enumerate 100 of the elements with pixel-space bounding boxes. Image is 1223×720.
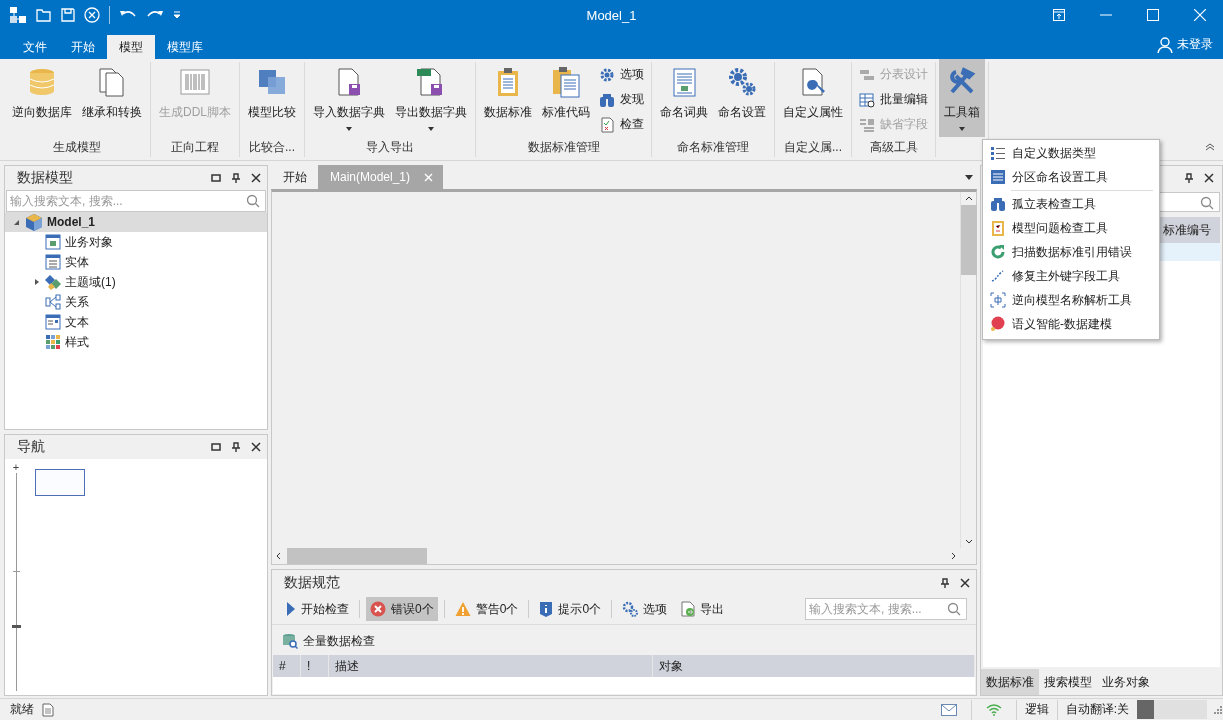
ribbon-button[interactable]: 标准代码	[537, 62, 595, 137]
ribbon-tab[interactable]: 模型	[107, 35, 155, 59]
link-icon	[989, 268, 1006, 284]
close-icon	[251, 173, 261, 183]
close-button[interactable]	[1204, 173, 1214, 183]
scroll-up-icon[interactable]	[964, 196, 973, 201]
search-icon	[246, 194, 260, 208]
menu-item[interactable]: 孤立表检查工具	[983, 192, 1159, 216]
scroll-right-icon[interactable]	[951, 552, 956, 560]
column-header[interactable]: 标准编号	[1163, 217, 1211, 243]
ribbon-button[interactable]: 选项	[599, 62, 644, 87]
login-link[interactable]: 未登录	[1177, 36, 1213, 53]
menu-item[interactable]: 语义智能-数据建模	[983, 312, 1159, 336]
text-page-icon	[45, 314, 61, 330]
gears-icon	[622, 601, 639, 617]
collapsed-arrow-icon[interactable]	[33, 278, 41, 286]
float-icon	[211, 442, 221, 452]
ribbon-button[interactable]: 发现	[599, 87, 644, 112]
brain-icon	[989, 316, 1006, 332]
panel-title: 数据规范	[284, 574, 340, 592]
close-button[interactable]	[251, 173, 261, 183]
save-icon[interactable]	[61, 8, 75, 22]
tree-item[interactable]: 主题域(1)	[5, 272, 267, 292]
ribbon-tab[interactable]: 文件	[11, 35, 59, 59]
ribbon-button[interactable]: 命名设置	[713, 62, 771, 137]
ribbon-button[interactable]: 命名词典	[655, 62, 713, 137]
menu-item[interactable]: 分区命名设置工具	[983, 165, 1159, 189]
tab-list-caret-icon[interactable]	[965, 174, 973, 180]
tree-item[interactable]: 实体	[5, 252, 267, 272]
scroll-thumb[interactable]	[960, 205, 977, 275]
group-label: 命名标准管理	[676, 139, 750, 156]
tree-item[interactable]: 业务对象	[5, 232, 267, 252]
ribbon-tab[interactable]: 开始	[59, 35, 107, 59]
float-button[interactable]	[211, 442, 221, 452]
tree-item[interactable]: 文本	[5, 312, 267, 332]
menu-item[interactable]: 模型问题检查工具	[983, 216, 1159, 240]
ribbon-button[interactable]: 继承和转换	[77, 62, 147, 137]
close-icon	[960, 578, 970, 588]
search-icon	[1200, 196, 1214, 210]
close-icon	[1204, 173, 1214, 183]
zoom-thumb[interactable]	[11, 624, 21, 628]
viewport-frame[interactable]	[35, 469, 85, 496]
float-icon	[211, 173, 221, 183]
ribbon-button[interactable]: 逆向数据库	[7, 62, 77, 137]
menu-item[interactable]: 自定义数据类型	[983, 141, 1159, 165]
document-tab[interactable]: 开始	[273, 165, 318, 189]
pin-button[interactable]	[940, 578, 950, 588]
barcode-icon	[179, 66, 211, 98]
toolbar-button[interactable]: 开始检查	[282, 597, 353, 621]
panel-tab[interactable]: 搜索模型	[1039, 669, 1097, 695]
tree-item[interactable]: Model_1	[5, 212, 267, 232]
group-label: 导入导出	[365, 139, 415, 156]
pin-button[interactable]	[231, 173, 241, 183]
window-title: Model_1	[586, 7, 637, 23]
ribbon-button[interactable]: 批量编辑	[859, 87, 928, 112]
scroll-left-icon[interactable]	[276, 552, 281, 560]
open-folder-icon[interactable]	[36, 8, 52, 22]
toolbar-button[interactable]: 错误0个	[366, 597, 438, 621]
pin-icon	[231, 442, 241, 452]
mode-label[interactable]: 逻辑	[1022, 701, 1051, 718]
close-icon	[251, 442, 261, 452]
menu-item[interactable]: 修复主外键字段工具	[983, 264, 1159, 288]
scroll-down-icon[interactable]	[964, 539, 973, 544]
panel-tab[interactable]: 数据标准	[981, 669, 1039, 695]
scroll-thumb[interactable]	[287, 548, 427, 564]
pin-icon	[1184, 173, 1194, 183]
close-button[interactable]	[960, 578, 970, 588]
expanded-arrow-icon[interactable]	[13, 218, 21, 226]
ribbon-button[interactable]: 自定义属性	[778, 62, 848, 137]
vertical-scrollbar[interactable]	[960, 192, 976, 548]
ribbon-button[interactable]: 检查	[599, 112, 644, 137]
pin-button[interactable]	[1184, 173, 1194, 183]
toolbar-button[interactable]: 选项	[618, 597, 672, 621]
toolbar-button[interactable]: 警告0个	[450, 597, 523, 621]
menu-item[interactable]: 逆向模型名称解析工具	[983, 288, 1159, 312]
search-field[interactable]: 输入搜索文本, 搜索...	[6, 190, 266, 212]
customize-caret-icon[interactable]	[173, 11, 181, 19]
float-button[interactable]	[211, 173, 221, 183]
toolbar-button[interactable]: 导出	[677, 597, 729, 621]
tree-item[interactable]: 关系	[5, 292, 267, 312]
panel-tab[interactable]: 业务对象	[1097, 669, 1155, 695]
menu-item[interactable]: 扫描数据标准引用错误	[983, 240, 1159, 264]
pin-button[interactable]	[231, 442, 241, 452]
ribbon-button[interactable]: 导出数据字典	[390, 62, 472, 137]
full-check-button[interactable]: 全量数据检查	[278, 629, 379, 653]
ribbon-button[interactable]: 数据标准	[479, 62, 537, 137]
close-button[interactable]	[251, 442, 261, 452]
translate-status[interactable]: 自动翻译:关	[1063, 701, 1131, 718]
cube-icon	[25, 213, 43, 231]
ribbon-tab[interactable]: 模型库	[155, 35, 215, 59]
toolbar-button[interactable]: 提示0个	[535, 597, 606, 621]
ribbon-button[interactable]: 导入数据字典	[308, 62, 390, 137]
close-circle-icon[interactable]	[84, 7, 100, 23]
group-label: 数据标准管理	[526, 139, 601, 156]
zoom-in-label[interactable]: +	[12, 461, 20, 473]
gears-icon	[726, 66, 758, 98]
ribbon-button[interactable]: 工具箱	[939, 59, 985, 137]
search-field[interactable]: 输入搜索文本, 搜索...	[805, 598, 967, 620]
tree-item[interactable]: 样式	[5, 332, 267, 352]
ribbon-button[interactable]: 模型比较	[243, 62, 301, 137]
